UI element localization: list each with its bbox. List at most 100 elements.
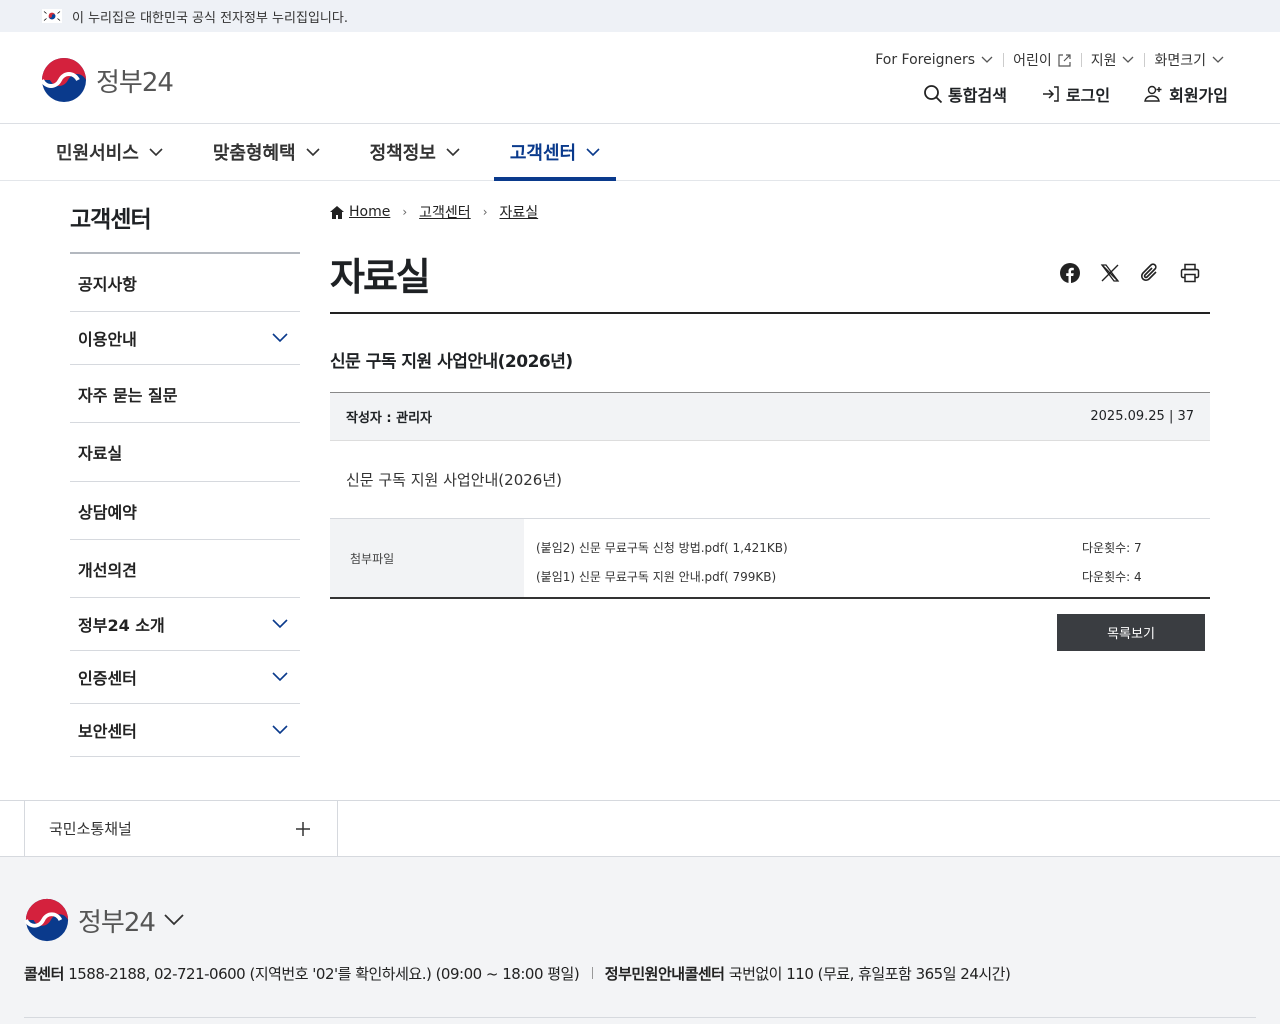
side-item-label: 자주 묻는 질문	[78, 385, 178, 405]
side-item-suggestions[interactable]: 개선의견	[70, 540, 300, 598]
side-item-about[interactable]: 정부24 소개	[70, 598, 300, 651]
footer-contact: 콜센터 1588-2188, 02-721-0600 (지역번호 '02'를 확…	[24, 963, 1011, 984]
nav-custom-benefits[interactable]: 맞춤형혜택	[197, 124, 336, 180]
footer-logo[interactable]: 정부24	[24, 897, 185, 943]
attachment-file-link[interactable]: (붙임1) 신문 무료구독 지원 안내.pdf( 799KB)	[536, 568, 776, 585]
chevron-down-icon	[149, 147, 163, 156]
divider	[591, 967, 593, 979]
footer-logo-text: 정부24	[78, 907, 156, 938]
attachment-download-count: 다운횟수: 4	[1082, 570, 1142, 584]
side-item-label: 이용안내	[78, 330, 137, 349]
nav-customer-center[interactable]: 고객센터	[493, 124, 617, 181]
chevron-down-icon	[272, 333, 288, 343]
side-item-faq[interactable]: 자주 묻는 질문	[70, 365, 300, 423]
home-icon	[330, 205, 344, 219]
post-date-views: 2025.09.25 | 37	[1090, 409, 1194, 424]
nav-civil-services[interactable]: 민원서비스	[40, 124, 179, 180]
util-label: 어린이	[1013, 53, 1052, 69]
side-item-label: 인증센터	[78, 669, 137, 688]
chevron-down-icon	[272, 672, 288, 682]
chevron-right-icon: ›	[402, 205, 408, 219]
chevron-down-icon	[306, 147, 320, 156]
facebook-icon[interactable]	[1060, 263, 1080, 283]
utility-menu: For Foreigners 어린이 지원 화면크기	[865, 50, 1234, 70]
page-title: 자료실	[330, 254, 431, 299]
side-nav-title: 고객센터	[70, 200, 300, 254]
attachment-file-link[interactable]: (붙임2) 신문 무료구독 신청 방법.pdf( 1,421KB)	[536, 539, 788, 556]
login-label: 로그인	[1065, 86, 1111, 105]
login-icon	[1042, 86, 1059, 102]
attachment-row: (붙임1) 신문 무료구독 지원 안내.pdf( 799KB) 다운횟수: 4	[536, 562, 1198, 591]
attachment-list: (붙임2) 신문 무료구독 신청 방법.pdf( 1,421KB) 다운횟수: …	[524, 519, 1210, 597]
chevron-down-icon	[1212, 56, 1224, 63]
call-center-info: 1588-2188, 02-721-0600 (지역번호 '02'를 확인하세요…	[68, 965, 580, 983]
search-label: 통합검색	[948, 86, 1007, 105]
util-label: 화면크기	[1154, 53, 1206, 69]
chevron-right-icon: ›	[482, 205, 488, 219]
chevron-down-icon	[272, 619, 288, 629]
share-tools	[1060, 263, 1200, 283]
official-site-banner: 이 누리집은 대한민국 공식 전자정부 누리집입니다.	[0, 0, 1280, 32]
side-item-consult-reservation[interactable]: 상담예약	[70, 482, 300, 540]
util-label: 지원	[1090, 53, 1117, 69]
footer: 국민소통채널 정부24 콜센터 1588-2188, 02-721-0600 (…	[0, 800, 1280, 1024]
breadcrumb-home[interactable]: Home	[349, 204, 390, 220]
attachment-download-count: 다운횟수: 7	[1082, 541, 1142, 555]
nav-label: 정책정보	[369, 143, 436, 164]
side-item-archive[interactable]: 자료실	[70, 423, 300, 482]
x-twitter-icon[interactable]	[1100, 263, 1120, 283]
official-notice-text: 이 누리집은 대한민국 공식 전자정부 누리집입니다.	[72, 10, 348, 26]
util-support[interactable]: 지원	[1080, 50, 1145, 70]
plus-icon	[296, 821, 310, 836]
side-item-security[interactable]: 보안센터	[70, 704, 300, 757]
side-item-label: 보안센터	[78, 722, 137, 741]
gov-call-center-label: 정부민원안내콜센터	[604, 965, 725, 983]
public-channel-toggle[interactable]: 국민소통채널	[24, 801, 338, 857]
gov-call-center-info: 국번없이 110 (무료, 휴일포함 365일 24시간)	[728, 965, 1011, 983]
signup-label: 회원가입	[1169, 86, 1228, 105]
chevron-down-icon	[981, 56, 993, 63]
side-item-certification[interactable]: 인증센터	[70, 651, 300, 704]
chevron-down-icon	[164, 914, 184, 926]
external-link-icon	[1058, 53, 1071, 67]
chevron-down-icon	[272, 725, 288, 735]
side-item-guide[interactable]: 이용안내	[70, 312, 300, 365]
gov-emblem-icon	[40, 58, 86, 102]
nav-label: 맞춤형혜택	[212, 143, 296, 164]
side-item-label: 상담예약	[78, 502, 137, 522]
attachment-row: (붙임2) 신문 무료구독 신청 방법.pdf( 1,421KB) 다운횟수: …	[536, 533, 1198, 562]
util-screen-size[interactable]: 화면크기	[1144, 50, 1234, 70]
side-item-label: 개선의견	[78, 560, 137, 580]
site-logo[interactable]: 정부24	[40, 56, 174, 104]
post-title: 신문 구독 지원 사업안내(2026년)	[330, 314, 1210, 393]
chevron-down-icon	[586, 147, 600, 156]
print-icon[interactable]	[1180, 263, 1200, 283]
util-foreigners[interactable]: For Foreigners	[865, 52, 1003, 68]
side-item-notice[interactable]: 공지사항	[70, 254, 300, 312]
nav-policy-info[interactable]: 정책정보	[354, 124, 476, 180]
breadcrumb-customer-center[interactable]: 고객센터	[419, 202, 471, 222]
login-button[interactable]: 로그인	[1041, 82, 1110, 106]
side-navigation: 고객센터 공지사항 이용안내 자주 묻는 질문 자료실 상담예약 개선의견 정부…	[70, 200, 300, 757]
attachments: 첨부파일 (붙임2) 신문 무료구독 신청 방법.pdf( 1,421KB) 다…	[330, 519, 1210, 599]
post-body: 신문 구독 지원 사업안내(2026년)	[330, 441, 1210, 519]
page-title-row: 자료실	[330, 254, 1210, 314]
breadcrumb-archive[interactable]: 자료실	[500, 202, 539, 222]
gov-emblem-icon	[24, 898, 69, 942]
side-item-label: 정부24 소개	[78, 616, 165, 635]
list-button[interactable]: 목록보기	[1057, 614, 1205, 651]
signup-button[interactable]: 회원가입	[1144, 82, 1228, 106]
attachment-link-icon[interactable]	[1140, 263, 1160, 283]
nav-label: 민원서비스	[56, 143, 139, 164]
user-add-icon	[1144, 85, 1162, 102]
main-content: Home › 고객센터 › 자료실 자료실 신문 구독 지원 사업안내(2026…	[330, 200, 1210, 651]
header-actions: 통합검색 로그인 회원가입	[923, 82, 1228, 106]
logo-text: 정부24	[96, 67, 174, 98]
call-center-label: 콜센터	[24, 965, 64, 983]
util-kids[interactable]: 어린이	[1003, 50, 1081, 70]
search-button[interactable]: 통합검색	[923, 82, 1007, 106]
korea-flag-icon	[42, 9, 62, 23]
chevron-down-icon	[1123, 56, 1134, 63]
post-meta: 작성자 : 관리자 2025.09.25 | 37	[330, 393, 1210, 441]
breadcrumb: Home › 고객센터 › 자료실	[330, 200, 1210, 224]
